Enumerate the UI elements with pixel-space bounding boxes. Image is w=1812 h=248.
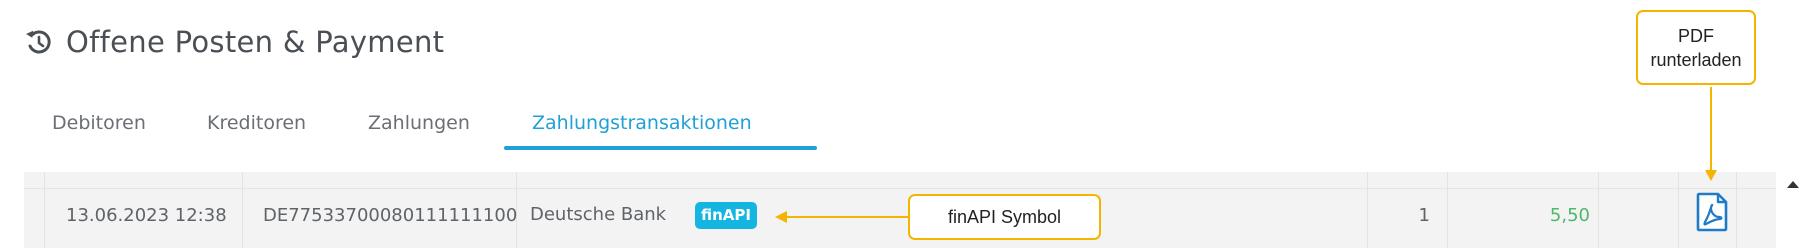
cell-iban: DE77533700080111111100 xyxy=(263,205,518,226)
row-divider xyxy=(24,188,1776,189)
cell-bank: Deutsche Bank xyxy=(530,204,667,225)
page-header: Offene Posten & Payment xyxy=(24,22,444,62)
scroll-up-arrow[interactable] xyxy=(1787,181,1799,188)
tab-kreditoren[interactable]: Kreditoren xyxy=(207,112,306,134)
column-divider xyxy=(1678,172,1679,248)
callout-text: finAPI Symbol xyxy=(947,206,1062,227)
pdf-download-callout: PDF runterladen xyxy=(1636,10,1756,85)
tab-debitoren[interactable]: Debitoren xyxy=(52,112,146,134)
finapi-symbol-callout: finAPI Symbol xyxy=(908,194,1101,240)
column-divider xyxy=(242,172,243,248)
history-icon xyxy=(26,30,51,54)
finapi-badge: finAPI xyxy=(695,202,757,229)
column-divider xyxy=(1598,172,1599,248)
cell-amount: 5,50 xyxy=(1549,205,1590,226)
column-divider xyxy=(1736,172,1737,248)
active-tab-indicator xyxy=(504,146,817,150)
cell-datetime: 13.06.2023 12:38 xyxy=(66,205,227,226)
tab-zahlungstransaktionen[interactable]: Zahlungstransaktionen xyxy=(532,112,752,134)
callout-text: PDF xyxy=(1678,25,1714,46)
callout-text: runterladen xyxy=(1650,49,1742,70)
column-divider xyxy=(44,172,45,248)
cell-count: 1 xyxy=(1418,205,1430,226)
column-divider xyxy=(1447,172,1448,248)
pdf-download-icon[interactable] xyxy=(1695,192,1729,232)
tab-zahlungen[interactable]: Zahlungen xyxy=(368,112,470,134)
page-title: Offene Posten & Payment xyxy=(66,25,445,59)
column-divider xyxy=(1367,172,1368,248)
